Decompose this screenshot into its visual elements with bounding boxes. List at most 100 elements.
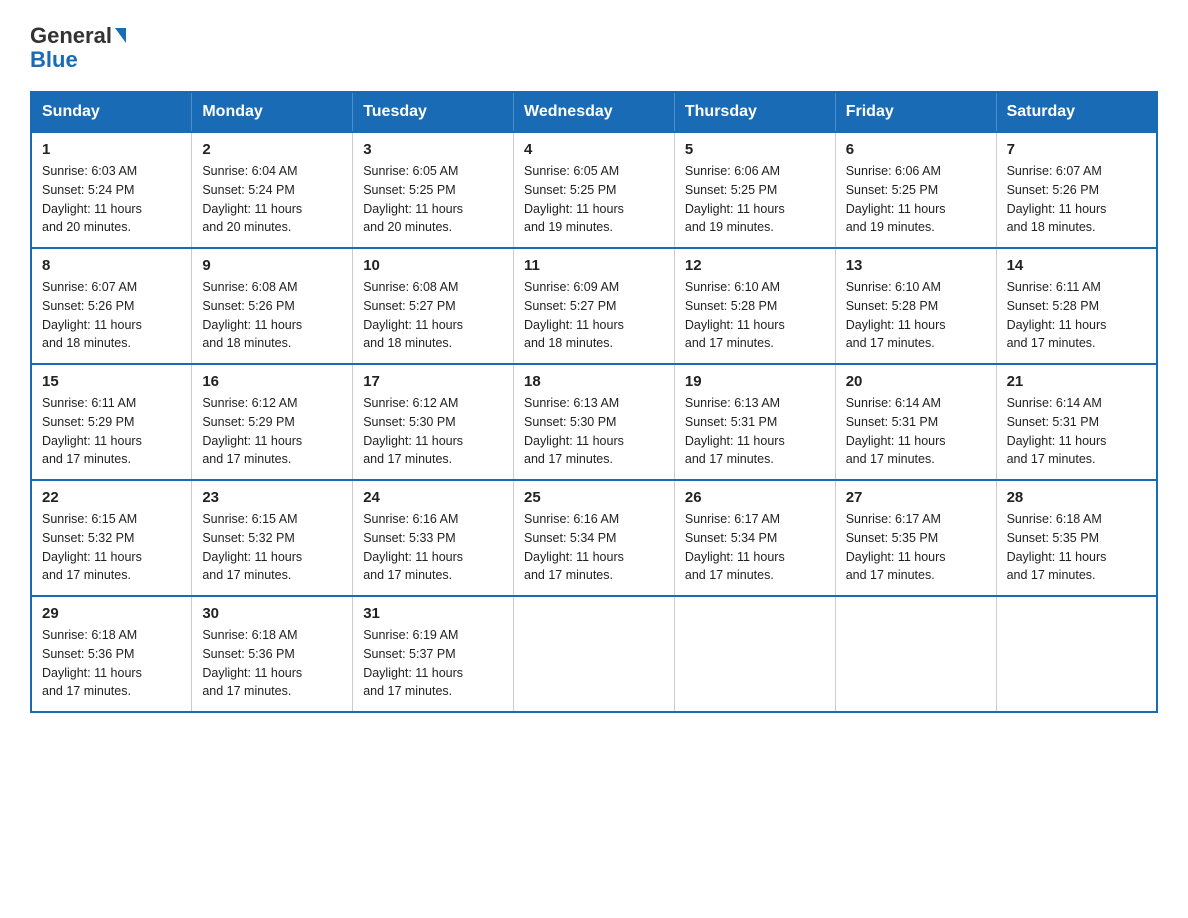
calendar-cell: 25 Sunrise: 6:16 AMSunset: 5:34 PMDaylig… — [514, 480, 675, 596]
col-header-wednesday: Wednesday — [514, 92, 675, 132]
day-info: Sunrise: 6:17 AMSunset: 5:35 PMDaylight:… — [846, 510, 986, 585]
calendar-week-row: 15 Sunrise: 6:11 AMSunset: 5:29 PMDaylig… — [31, 364, 1157, 480]
col-header-thursday: Thursday — [674, 92, 835, 132]
day-number: 17 — [363, 373, 503, 390]
day-number: 27 — [846, 489, 986, 506]
day-info: Sunrise: 6:07 AMSunset: 5:26 PMDaylight:… — [42, 278, 181, 353]
day-number: 18 — [524, 373, 664, 390]
day-info: Sunrise: 6:05 AMSunset: 5:25 PMDaylight:… — [524, 162, 664, 237]
day-number: 10 — [363, 257, 503, 274]
calendar-cell: 20 Sunrise: 6:14 AMSunset: 5:31 PMDaylig… — [835, 364, 996, 480]
calendar-cell: 1 Sunrise: 6:03 AMSunset: 5:24 PMDayligh… — [31, 132, 192, 248]
calendar-cell — [996, 596, 1157, 712]
day-number: 3 — [363, 141, 503, 158]
day-info: Sunrise: 6:16 AMSunset: 5:33 PMDaylight:… — [363, 510, 503, 585]
day-info: Sunrise: 6:18 AMSunset: 5:36 PMDaylight:… — [42, 626, 181, 701]
calendar-cell: 6 Sunrise: 6:06 AMSunset: 5:25 PMDayligh… — [835, 132, 996, 248]
day-info: Sunrise: 6:12 AMSunset: 5:30 PMDaylight:… — [363, 394, 503, 469]
calendar-cell: 5 Sunrise: 6:06 AMSunset: 5:25 PMDayligh… — [674, 132, 835, 248]
day-number: 1 — [42, 141, 181, 158]
day-number: 21 — [1007, 373, 1146, 390]
calendar-cell — [674, 596, 835, 712]
col-header-tuesday: Tuesday — [353, 92, 514, 132]
logo-general-text: General — [30, 25, 112, 47]
day-info: Sunrise: 6:10 AMSunset: 5:28 PMDaylight:… — [685, 278, 825, 353]
day-info: Sunrise: 6:15 AMSunset: 5:32 PMDaylight:… — [42, 510, 181, 585]
day-info: Sunrise: 6:07 AMSunset: 5:26 PMDaylight:… — [1007, 162, 1146, 237]
calendar-cell: 22 Sunrise: 6:15 AMSunset: 5:32 PMDaylig… — [31, 480, 192, 596]
day-number: 26 — [685, 489, 825, 506]
day-number: 29 — [42, 605, 181, 622]
day-number: 28 — [1007, 489, 1146, 506]
day-number: 9 — [202, 257, 342, 274]
day-info: Sunrise: 6:08 AMSunset: 5:26 PMDaylight:… — [202, 278, 342, 353]
day-number: 14 — [1007, 257, 1146, 274]
day-number: 5 — [685, 141, 825, 158]
day-number: 4 — [524, 141, 664, 158]
day-number: 7 — [1007, 141, 1146, 158]
col-header-friday: Friday — [835, 92, 996, 132]
day-info: Sunrise: 6:06 AMSunset: 5:25 PMDaylight:… — [846, 162, 986, 237]
page-header: General Blue — [30, 20, 1158, 73]
day-number: 8 — [42, 257, 181, 274]
calendar-cell: 28 Sunrise: 6:18 AMSunset: 5:35 PMDaylig… — [996, 480, 1157, 596]
calendar-week-row: 8 Sunrise: 6:07 AMSunset: 5:26 PMDayligh… — [31, 248, 1157, 364]
logo-triangle-icon — [115, 28, 126, 43]
day-number: 24 — [363, 489, 503, 506]
day-info: Sunrise: 6:04 AMSunset: 5:24 PMDaylight:… — [202, 162, 342, 237]
day-number: 12 — [685, 257, 825, 274]
calendar-cell: 23 Sunrise: 6:15 AMSunset: 5:32 PMDaylig… — [192, 480, 353, 596]
day-number: 30 — [202, 605, 342, 622]
day-number: 19 — [685, 373, 825, 390]
calendar-cell: 14 Sunrise: 6:11 AMSunset: 5:28 PMDaylig… — [996, 248, 1157, 364]
day-info: Sunrise: 6:11 AMSunset: 5:29 PMDaylight:… — [42, 394, 181, 469]
day-info: Sunrise: 6:18 AMSunset: 5:35 PMDaylight:… — [1007, 510, 1146, 585]
day-number: 6 — [846, 141, 986, 158]
calendar-cell: 21 Sunrise: 6:14 AMSunset: 5:31 PMDaylig… — [996, 364, 1157, 480]
calendar-cell: 12 Sunrise: 6:10 AMSunset: 5:28 PMDaylig… — [674, 248, 835, 364]
calendar-week-row: 29 Sunrise: 6:18 AMSunset: 5:36 PMDaylig… — [31, 596, 1157, 712]
col-header-saturday: Saturday — [996, 92, 1157, 132]
calendar-cell: 31 Sunrise: 6:19 AMSunset: 5:37 PMDaylig… — [353, 596, 514, 712]
day-info: Sunrise: 6:14 AMSunset: 5:31 PMDaylight:… — [1007, 394, 1146, 469]
day-info: Sunrise: 6:15 AMSunset: 5:32 PMDaylight:… — [202, 510, 342, 585]
logo-blue-text: Blue — [30, 47, 78, 73]
logo: General Blue — [30, 20, 126, 73]
day-info: Sunrise: 6:06 AMSunset: 5:25 PMDaylight:… — [685, 162, 825, 237]
day-number: 31 — [363, 605, 503, 622]
col-header-monday: Monday — [192, 92, 353, 132]
day-info: Sunrise: 6:14 AMSunset: 5:31 PMDaylight:… — [846, 394, 986, 469]
calendar-cell: 2 Sunrise: 6:04 AMSunset: 5:24 PMDayligh… — [192, 132, 353, 248]
day-number: 15 — [42, 373, 181, 390]
calendar-cell: 30 Sunrise: 6:18 AMSunset: 5:36 PMDaylig… — [192, 596, 353, 712]
calendar-header-row: SundayMondayTuesdayWednesdayThursdayFrid… — [31, 92, 1157, 132]
calendar-week-row: 22 Sunrise: 6:15 AMSunset: 5:32 PMDaylig… — [31, 480, 1157, 596]
calendar-cell: 8 Sunrise: 6:07 AMSunset: 5:26 PMDayligh… — [31, 248, 192, 364]
day-number: 2 — [202, 141, 342, 158]
calendar-week-row: 1 Sunrise: 6:03 AMSunset: 5:24 PMDayligh… — [31, 132, 1157, 248]
day-info: Sunrise: 6:09 AMSunset: 5:27 PMDaylight:… — [524, 278, 664, 353]
day-number: 23 — [202, 489, 342, 506]
calendar-cell: 24 Sunrise: 6:16 AMSunset: 5:33 PMDaylig… — [353, 480, 514, 596]
day-number: 11 — [524, 257, 664, 274]
calendar-cell: 27 Sunrise: 6:17 AMSunset: 5:35 PMDaylig… — [835, 480, 996, 596]
day-number: 20 — [846, 373, 986, 390]
day-number: 13 — [846, 257, 986, 274]
calendar-cell: 7 Sunrise: 6:07 AMSunset: 5:26 PMDayligh… — [996, 132, 1157, 248]
day-info: Sunrise: 6:19 AMSunset: 5:37 PMDaylight:… — [363, 626, 503, 701]
col-header-sunday: Sunday — [31, 92, 192, 132]
day-info: Sunrise: 6:05 AMSunset: 5:25 PMDaylight:… — [363, 162, 503, 237]
day-info: Sunrise: 6:11 AMSunset: 5:28 PMDaylight:… — [1007, 278, 1146, 353]
calendar-cell: 9 Sunrise: 6:08 AMSunset: 5:26 PMDayligh… — [192, 248, 353, 364]
calendar-cell: 15 Sunrise: 6:11 AMSunset: 5:29 PMDaylig… — [31, 364, 192, 480]
day-info: Sunrise: 6:03 AMSunset: 5:24 PMDaylight:… — [42, 162, 181, 237]
calendar-cell: 19 Sunrise: 6:13 AMSunset: 5:31 PMDaylig… — [674, 364, 835, 480]
day-number: 16 — [202, 373, 342, 390]
day-info: Sunrise: 6:17 AMSunset: 5:34 PMDaylight:… — [685, 510, 825, 585]
calendar-cell: 10 Sunrise: 6:08 AMSunset: 5:27 PMDaylig… — [353, 248, 514, 364]
calendar-cell: 29 Sunrise: 6:18 AMSunset: 5:36 PMDaylig… — [31, 596, 192, 712]
calendar-cell — [514, 596, 675, 712]
calendar-cell: 13 Sunrise: 6:10 AMSunset: 5:28 PMDaylig… — [835, 248, 996, 364]
day-info: Sunrise: 6:08 AMSunset: 5:27 PMDaylight:… — [363, 278, 503, 353]
calendar-cell: 16 Sunrise: 6:12 AMSunset: 5:29 PMDaylig… — [192, 364, 353, 480]
